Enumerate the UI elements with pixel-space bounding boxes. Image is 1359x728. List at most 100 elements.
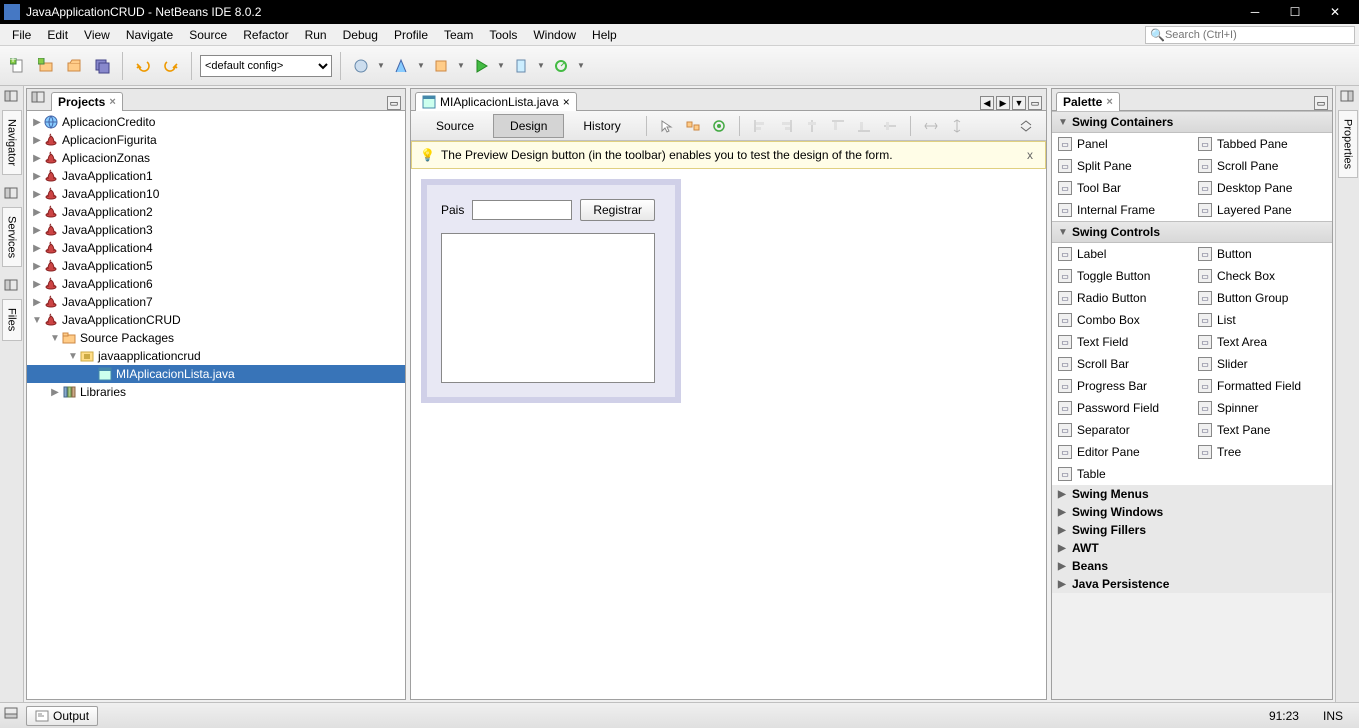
palette-body[interactable]: ▼Swing Containers ▭Panel▭Tabbed Pane▭Spl… [1052, 111, 1332, 699]
tree-row[interactable]: MIAplicacionLista.java [27, 365, 405, 383]
palette-item-combo-box[interactable]: ▭Combo Box [1052, 309, 1192, 331]
maximize-button[interactable]: ☐ [1275, 0, 1315, 24]
button-registrar[interactable]: Registrar [580, 199, 655, 221]
source-view-button[interactable]: Source [419, 114, 491, 138]
debug-button[interactable] [509, 54, 533, 78]
tree-twisty[interactable]: ▶ [31, 135, 43, 146]
close-button[interactable]: ✕ [1315, 0, 1355, 24]
preview-design-button[interactable] [707, 114, 731, 138]
menu-file[interactable]: File [4, 26, 39, 44]
resize-h-button[interactable] [919, 114, 943, 138]
tab-list-button[interactable]: ▼ [1012, 96, 1026, 110]
palette-item-text-area[interactable]: ▭Text Area [1192, 331, 1332, 353]
palette-item-toggle-button[interactable]: ▭Toggle Button [1052, 265, 1192, 287]
palette-item-table[interactable]: ▭Table [1052, 463, 1192, 485]
design-view-button[interactable]: Design [493, 114, 564, 138]
global-search[interactable]: 🔍 [1145, 26, 1355, 44]
restore-icon[interactable] [4, 707, 20, 721]
tree-row[interactable]: ▶JavaApplication10 [27, 185, 405, 203]
menu-run[interactable]: Run [297, 26, 335, 44]
palette-item-tabbed-pane[interactable]: ▭Tabbed Pane [1192, 133, 1332, 155]
close-tab-icon[interactable]: × [109, 96, 115, 108]
close-tab-icon[interactable]: × [563, 95, 570, 109]
tree-twisty[interactable]: ▶ [31, 297, 43, 308]
clean-build-button[interactable] [389, 54, 413, 78]
palette-item-tool-bar[interactable]: ▭Tool Bar [1052, 177, 1192, 199]
tree-row[interactable]: ▶JavaApplication7 [27, 293, 405, 311]
tree-row[interactable]: ▶JavaApplication6 [27, 275, 405, 293]
selection-mode-button[interactable] [655, 114, 679, 138]
open-project-button[interactable] [62, 54, 86, 78]
palette-category-swing-fillers[interactable]: ▶Swing Fillers [1052, 521, 1332, 539]
menu-edit[interactable]: Edit [39, 26, 76, 44]
tree-row[interactable]: ▶JavaApplication5 [27, 257, 405, 275]
palette-tab[interactable]: Palette× [1056, 92, 1120, 111]
tree-row[interactable]: ▶JavaApplication2 [27, 203, 405, 221]
tree-row[interactable]: ▶AplicacionFigurita [27, 131, 405, 149]
palette-item-check-box[interactable]: ▭Check Box [1192, 265, 1332, 287]
palette-item-label[interactable]: ▭Label [1052, 243, 1192, 265]
config-select[interactable]: <default config> [200, 55, 332, 77]
palette-category-swing-menus[interactable]: ▶Swing Menus [1052, 485, 1332, 503]
menu-tools[interactable]: Tools [481, 26, 525, 44]
align-top-button[interactable] [826, 114, 850, 138]
menu-team[interactable]: Team [436, 26, 481, 44]
new-project-button[interactable] [34, 54, 58, 78]
palette-item-formatted-field[interactable]: ▭Formatted Field [1192, 375, 1332, 397]
menu-refactor[interactable]: Refactor [235, 26, 296, 44]
tree-twisty[interactable]: ▼ [49, 333, 61, 344]
palette-item-scroll-bar[interactable]: ▭Scroll Bar [1052, 353, 1192, 375]
palette-item-slider[interactable]: ▭Slider [1192, 353, 1332, 375]
expand-icon[interactable] [1014, 114, 1038, 138]
menu-source[interactable]: Source [181, 26, 235, 44]
palette-item-button[interactable]: ▭Button [1192, 243, 1332, 265]
palette-item-panel[interactable]: ▭Panel [1052, 133, 1192, 155]
tree-twisty[interactable]: ▶ [31, 207, 43, 218]
palette-category-containers[interactable]: ▼Swing Containers [1052, 111, 1332, 133]
run-button[interactable] [469, 54, 493, 78]
restore-icon[interactable] [1340, 90, 1356, 104]
redo-button[interactable] [159, 54, 183, 78]
editor-file-tab[interactable]: MIAplicacionLista.java × [415, 92, 577, 111]
restore-icon[interactable] [4, 90, 20, 104]
tree-row[interactable]: ▼JavaApplicationCRUD [27, 311, 405, 329]
save-all-button[interactable] [90, 54, 114, 78]
tree-row[interactable]: ▶AplicacionCredito [27, 113, 405, 131]
tree-row[interactable]: ▶Libraries [27, 383, 405, 401]
menu-view[interactable]: View [76, 26, 118, 44]
tree-twisty[interactable]: ▶ [49, 387, 61, 398]
tree-row[interactable]: ▶JavaApplication1 [27, 167, 405, 185]
close-hint-button[interactable]: x [1023, 148, 1037, 162]
maximize-editor-button[interactable]: ▭ [1028, 96, 1042, 110]
minimize-panel-button[interactable]: ▭ [1314, 96, 1328, 110]
restore-icon[interactable] [31, 91, 47, 105]
tree-twisty[interactable]: ▶ [31, 279, 43, 290]
palette-item-progress-bar[interactable]: ▭Progress Bar [1052, 375, 1192, 397]
tree-row[interactable]: ▶JavaApplication4 [27, 239, 405, 257]
palette-item-password-field[interactable]: ▭Password Field [1052, 397, 1192, 419]
palette-category-controls[interactable]: ▼Swing Controls [1052, 221, 1332, 243]
projects-tab[interactable]: Projects× [51, 92, 123, 111]
menu-debug[interactable]: Debug [335, 26, 386, 44]
tree-row[interactable]: ▼javaapplicationcrud [27, 347, 405, 365]
tree-twisty[interactable]: ▼ [31, 315, 43, 326]
output-button[interactable]: Output [26, 706, 98, 726]
palette-item-tree[interactable]: ▭Tree [1192, 441, 1332, 463]
menu-window[interactable]: Window [525, 26, 584, 44]
tree-row[interactable]: ▼Source Packages [27, 329, 405, 347]
profile-button[interactable] [549, 54, 573, 78]
palette-category-swing-windows[interactable]: ▶Swing Windows [1052, 503, 1332, 521]
tree-twisty[interactable]: ▶ [31, 189, 43, 200]
menu-navigate[interactable]: Navigate [118, 26, 181, 44]
list-paises[interactable] [441, 233, 655, 383]
palette-item-button-group[interactable]: ▭Button Group [1192, 287, 1332, 309]
tree-row[interactable]: ▶JavaApplication3 [27, 221, 405, 239]
search-input[interactable] [1165, 29, 1350, 41]
input-pais[interactable] [472, 200, 572, 220]
minimize-panel-button[interactable]: ▭ [387, 96, 401, 110]
tree-twisty[interactable]: ▶ [31, 261, 43, 272]
tree-twisty[interactable]: ▶ [31, 225, 43, 236]
palette-item-desktop-pane[interactable]: ▭Desktop Pane [1192, 177, 1332, 199]
palette-category-awt[interactable]: ▶AWT [1052, 539, 1332, 557]
menu-help[interactable]: Help [584, 26, 625, 44]
